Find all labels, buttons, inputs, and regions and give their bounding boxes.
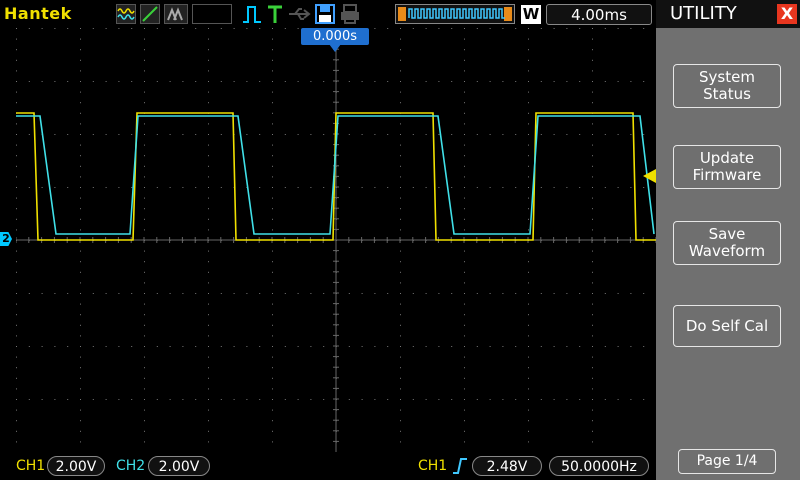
trigger-t-icon[interactable] xyxy=(267,5,283,24)
waveform-graticule[interactable] xyxy=(16,28,656,452)
trigger-level-marker[interactable] xyxy=(643,169,656,183)
bottom-status-bar: CH1 2.00V CH2 2.00V CH1 2.48V 50.0000Hz xyxy=(0,452,656,480)
system-status-line2: Status xyxy=(703,85,751,103)
brand-logo: Hantek xyxy=(4,4,72,23)
close-menu-button[interactable]: X xyxy=(777,4,797,24)
timebase-mode-indicator: W xyxy=(521,5,541,24)
trigger-edge-icon[interactable] xyxy=(242,5,262,24)
top-status-bar: Hantek W 4.00ms xyxy=(0,0,656,28)
update-firmware-button[interactable]: Update Firmware xyxy=(673,145,781,189)
trigger-source-label: CH1 xyxy=(418,458,448,474)
update-firmware-line2: Firmware xyxy=(692,166,762,184)
save-waveform-line2: Waveform xyxy=(688,242,766,260)
ch1-scale[interactable]: 2.00V xyxy=(47,456,105,476)
xy-mode-icon[interactable] xyxy=(140,4,160,24)
usb-icon xyxy=(289,8,311,20)
system-status-button[interactable]: System Status xyxy=(673,64,781,108)
trigger-level-value[interactable]: 2.48V xyxy=(472,456,542,476)
menu-title: UTILITY xyxy=(670,3,737,24)
menu-title-bar: UTILITY X xyxy=(656,0,800,28)
memory-position-bar[interactable] xyxy=(395,4,515,24)
save-disk-icon[interactable] xyxy=(315,4,335,24)
ch2-scale[interactable]: 2.00V xyxy=(148,456,210,476)
ch2-label: CH2 xyxy=(116,458,146,474)
save-waveform-line1: Save xyxy=(708,225,746,243)
system-status-line1: System xyxy=(699,68,755,86)
update-firmware-line1: Update xyxy=(699,149,755,167)
waveform-display-icon[interactable] xyxy=(116,4,136,24)
timebase-value[interactable]: 4.00ms xyxy=(546,4,652,25)
save-waveform-button[interactable]: Save Waveform xyxy=(673,221,781,265)
frequency-readout: 50.0000Hz xyxy=(549,456,649,476)
do-self-cal-button[interactable]: Do Self Cal xyxy=(673,305,781,347)
persistence-icon[interactable] xyxy=(164,4,188,24)
page-indicator-button[interactable]: Page 1/4 xyxy=(678,449,776,474)
ch1-label: CH1 xyxy=(16,458,46,474)
printer-icon[interactable] xyxy=(340,4,360,24)
trigger-position-arrow xyxy=(329,44,341,52)
status-blank-box xyxy=(192,4,232,24)
rising-edge-icon xyxy=(453,458,467,474)
do-self-cal-label: Do Self Cal xyxy=(685,316,769,335)
utility-menu-panel: UTILITY X System Status Update Firmware … xyxy=(656,0,800,480)
ch2-reference-marker[interactable]: 2 xyxy=(0,232,12,246)
oscilloscope-screen: Hantek W 4.00ms 0.000s 2 CH1 2.00V CH2 2… xyxy=(0,0,800,480)
trigger-position-label[interactable]: 0.000s xyxy=(301,28,369,45)
